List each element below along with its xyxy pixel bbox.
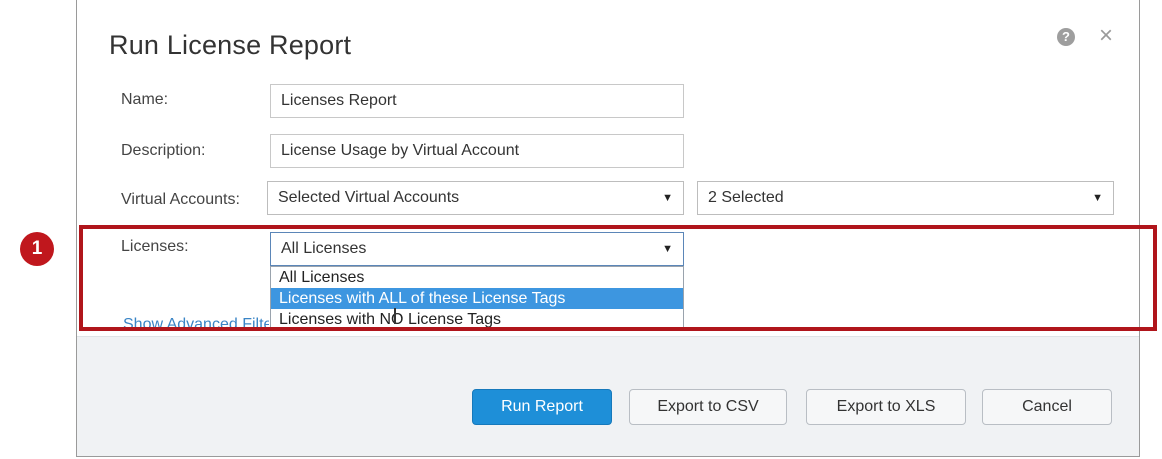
description-label: Description: [121, 142, 206, 159]
description-input[interactable]: License Usage by Virtual Account [270, 134, 684, 168]
name-input[interactable]: Licenses Report [270, 84, 684, 118]
step-number-badge: 1 [20, 232, 54, 266]
cancel-button[interactable]: Cancel [982, 389, 1112, 425]
virtual-accounts-select-value: Selected Virtual Accounts [278, 189, 460, 206]
virtual-accounts-multiselect-value: 2 Selected [708, 189, 784, 206]
virtual-accounts-select[interactable]: Selected Virtual Accounts ▼ [267, 181, 684, 215]
virtual-accounts-label: Virtual Accounts: [121, 191, 240, 208]
chevron-down-icon: ▼ [662, 192, 673, 204]
annotation-highlight-box [79, 225, 1157, 331]
virtual-accounts-multiselect[interactable]: 2 Selected ▼ [697, 181, 1114, 215]
export-xls-button[interactable]: Export to XLS [806, 389, 966, 425]
chevron-down-icon: ▼ [1092, 192, 1103, 204]
run-report-button[interactable]: Run Report [472, 389, 612, 425]
dialog-title: Run License Report [109, 30, 352, 60]
name-label: Name: [121, 91, 169, 108]
export-csv-button[interactable]: Export to CSV [629, 389, 787, 425]
close-icon[interactable]: × [1099, 24, 1113, 48]
help-icon[interactable]: ? [1057, 28, 1075, 46]
